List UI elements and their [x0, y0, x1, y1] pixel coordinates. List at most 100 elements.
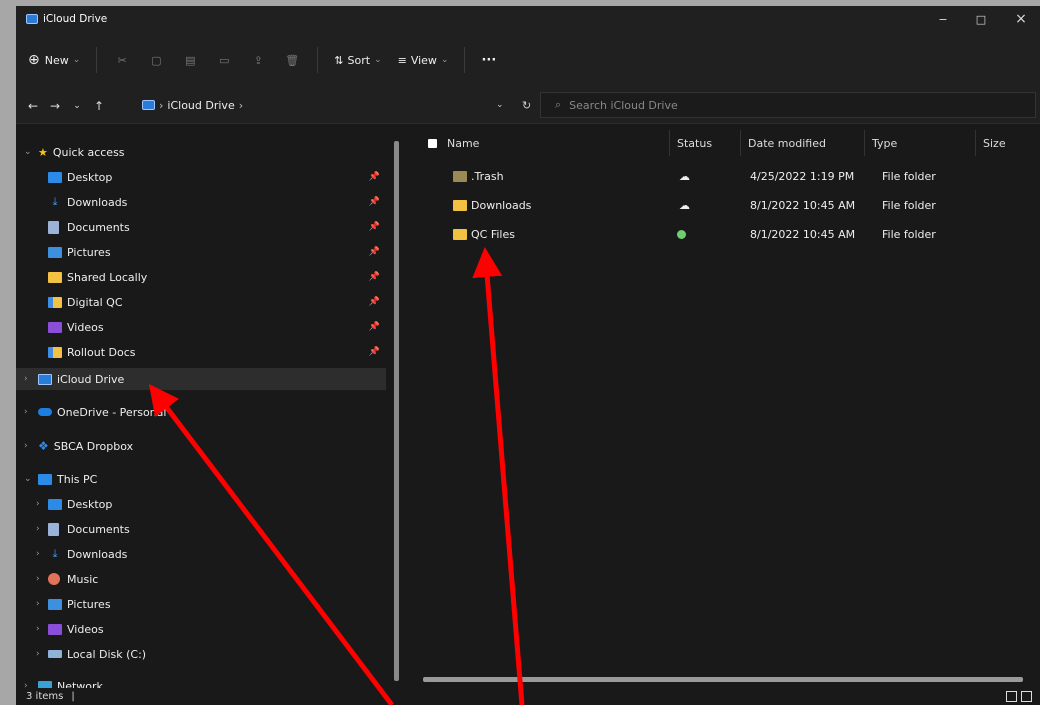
navigation-pane: ⌄ ★ Quick access Desktop 📌 ⤓ Downloads 📌… — [16, 124, 404, 693]
pin-icon[interactable]: 📌 — [369, 322, 380, 332]
sidebar-label: Videos — [67, 622, 104, 636]
sidebar-item-pc-documents[interactable]: › Documents — [16, 518, 386, 540]
delete-icon[interactable]: 🗑 — [275, 54, 309, 67]
select-all-checkbox[interactable] — [428, 138, 437, 148]
forward-arrow-icon[interactable]: → — [44, 99, 66, 113]
pin-icon[interactable]: 📌 — [369, 272, 380, 282]
chevron-right-icon[interactable]: › — [36, 499, 40, 509]
sidebar-item-local-disk[interactable]: › Local Disk (C:) — [16, 643, 386, 665]
chevron-right-icon[interactable]: › — [24, 441, 28, 451]
sidebar-item-pc-desktop[interactable]: › Desktop — [16, 493, 386, 515]
sidebar-scrollbar[interactable] — [394, 141, 399, 681]
sidebar-item-rollout-docs[interactable]: Rollout Docs 📌 — [16, 341, 386, 363]
file-date: 8/1/2022 10:45 AM — [750, 227, 856, 241]
file-name: .Trash — [471, 169, 504, 183]
pin-icon[interactable]: 📌 — [369, 347, 380, 357]
view-icon: ≡ — [397, 53, 407, 67]
file-row[interactable]: .Trash ☁ 4/25/2022 1:19 PM File folder — [411, 164, 1040, 188]
file-name: QC Files — [471, 227, 515, 241]
file-name-cell: Downloads — [453, 193, 531, 217]
file-name-cell: .Trash — [453, 164, 504, 188]
sidebar-label: Desktop — [67, 170, 113, 184]
pin-icon[interactable]: 📌 — [369, 197, 380, 207]
sidebar-label: Documents — [67, 220, 130, 234]
sidebar-item-this-pc[interactable]: ⌄ This PC — [16, 468, 386, 490]
file-row[interactable]: Downloads ☁ 8/1/2022 10:45 AM File folde… — [411, 193, 1040, 217]
close-button[interactable]: × — [998, 6, 1040, 32]
sidebar-item-pictures[interactable]: Pictures 📌 — [16, 241, 386, 263]
chevron-right-icon[interactable]: › — [36, 574, 40, 584]
pin-icon[interactable]: 📌 — [369, 172, 380, 182]
pin-icon[interactable]: 📌 — [369, 222, 380, 232]
copy-icon[interactable]: ▢ — [139, 54, 173, 67]
recent-locations-icon[interactable]: ⌄ — [66, 101, 88, 111]
chevron-right-icon[interactable]: › — [36, 624, 40, 634]
sidebar-label: iCloud Drive — [57, 372, 125, 386]
view-label: View — [410, 53, 437, 67]
desktop-icon — [48, 498, 62, 510]
sidebar-item-videos[interactable]: Videos 📌 — [16, 316, 386, 338]
sidebar-item-documents[interactable]: Documents 📌 — [16, 216, 386, 238]
icloud-app-icon — [26, 14, 38, 24]
up-arrow-icon[interactable]: ↑ — [88, 99, 110, 113]
chevron-down-icon: ⌄ — [440, 55, 449, 65]
new-button[interactable]: ⊕ New ⌄ — [20, 45, 88, 75]
view-button[interactable]: ≡ View ⌄ — [390, 45, 457, 75]
rename-icon[interactable]: ▭ — [207, 54, 241, 67]
back-arrow-icon[interactable]: ← — [22, 99, 44, 113]
column-header-name[interactable]: Name — [421, 130, 669, 156]
chevron-right-icon[interactable]: › — [36, 549, 40, 559]
column-header-type[interactable]: Type — [864, 130, 975, 156]
sidebar-item-downloads[interactable]: ⤓ Downloads 📌 — [16, 191, 386, 213]
chevron-right-icon[interactable]: › — [24, 407, 28, 417]
address-dropdown-icon[interactable]: ⌄ — [496, 100, 504, 110]
chevron-right-icon[interactable]: › — [36, 524, 40, 534]
sidebar-label: Shared Locally — [67, 270, 148, 284]
sidebar-label: Videos — [67, 320, 104, 334]
chevron-right-icon[interactable]: › — [24, 374, 28, 384]
breadcrumb-icloud-drive[interactable]: iCloud Drive — [167, 99, 234, 112]
sidebar-item-pc-downloads[interactable]: › ⤓ Downloads — [16, 543, 386, 565]
column-header-size[interactable]: Size — [975, 130, 1040, 156]
new-label: New — [44, 53, 69, 67]
chevron-down-icon[interactable]: ⌄ — [24, 474, 32, 484]
paste-icon[interactable]: ▤ — [173, 54, 207, 67]
sidebar-item-pc-pictures[interactable]: › Pictures — [16, 593, 386, 615]
file-row[interactable]: QC Files 8/1/2022 10:45 AM File folder — [411, 222, 1040, 246]
folder-icon — [453, 228, 467, 240]
chevron-down-icon[interactable]: ⌄ — [24, 147, 32, 157]
share-icon[interactable]: ⇪ — [241, 54, 275, 67]
chevron-right-icon[interactable]: › — [36, 649, 40, 659]
sidebar-item-pc-music[interactable]: › Music — [16, 568, 386, 590]
refresh-icon[interactable]: ↻ — [522, 99, 531, 112]
cut-icon[interactable]: ✂ — [105, 54, 139, 67]
sidebar-item-desktop[interactable]: Desktop 📌 — [16, 166, 386, 188]
tiles-view-icon[interactable] — [1021, 691, 1032, 702]
more-options-button[interactable]: ··· — [473, 45, 504, 75]
sort-button[interactable]: ⇅ Sort ⌄ — [326, 45, 389, 75]
sidebar-item-sbca-dropbox[interactable]: › ❖ SBCA Dropbox — [16, 435, 386, 457]
chevron-right-icon[interactable]: › — [36, 599, 40, 609]
sidebar-item-digital-qc[interactable]: Digital QC 📌 — [16, 291, 386, 313]
sidebar-label: Digital QC — [67, 295, 123, 309]
sidebar-label: Quick access — [52, 145, 125, 159]
column-header-date-modified[interactable]: Date modified — [740, 130, 864, 156]
file-date: 8/1/2022 10:45 AM — [750, 198, 856, 212]
computer-icon — [38, 473, 52, 485]
sidebar-item-quick-access[interactable]: ⌄ ★ Quick access — [16, 141, 386, 163]
search-input[interactable]: ⌕ Search iCloud Drive — [540, 92, 1036, 118]
horizontal-scrollbar[interactable] — [423, 677, 1023, 682]
sidebar-item-onedrive[interactable]: › OneDrive - Personal — [16, 401, 386, 423]
sidebar-item-pc-videos[interactable]: › Videos — [16, 618, 386, 640]
pin-icon[interactable]: 📌 — [369, 247, 380, 257]
address-bar[interactable]: › iCloud Drive › ⌄ ↻ — [132, 93, 536, 117]
navigation-bar: ← → ⌄ ↑ › iCloud Drive › ⌄ ↻ ⌕ Search iC… — [16, 88, 1040, 124]
pin-icon[interactable]: 📌 — [369, 297, 380, 307]
sidebar-item-shared-locally[interactable]: Shared Locally 📌 — [16, 266, 386, 288]
toolbar-divider — [96, 47, 98, 73]
shared-folder-icon — [48, 296, 62, 308]
onedrive-cloud-icon — [38, 408, 52, 416]
details-view-icon[interactable] — [1006, 691, 1017, 702]
sidebar-item-icloud-drive[interactable]: › iCloud Drive — [16, 368, 386, 390]
column-header-status[interactable]: Status — [669, 130, 740, 156]
